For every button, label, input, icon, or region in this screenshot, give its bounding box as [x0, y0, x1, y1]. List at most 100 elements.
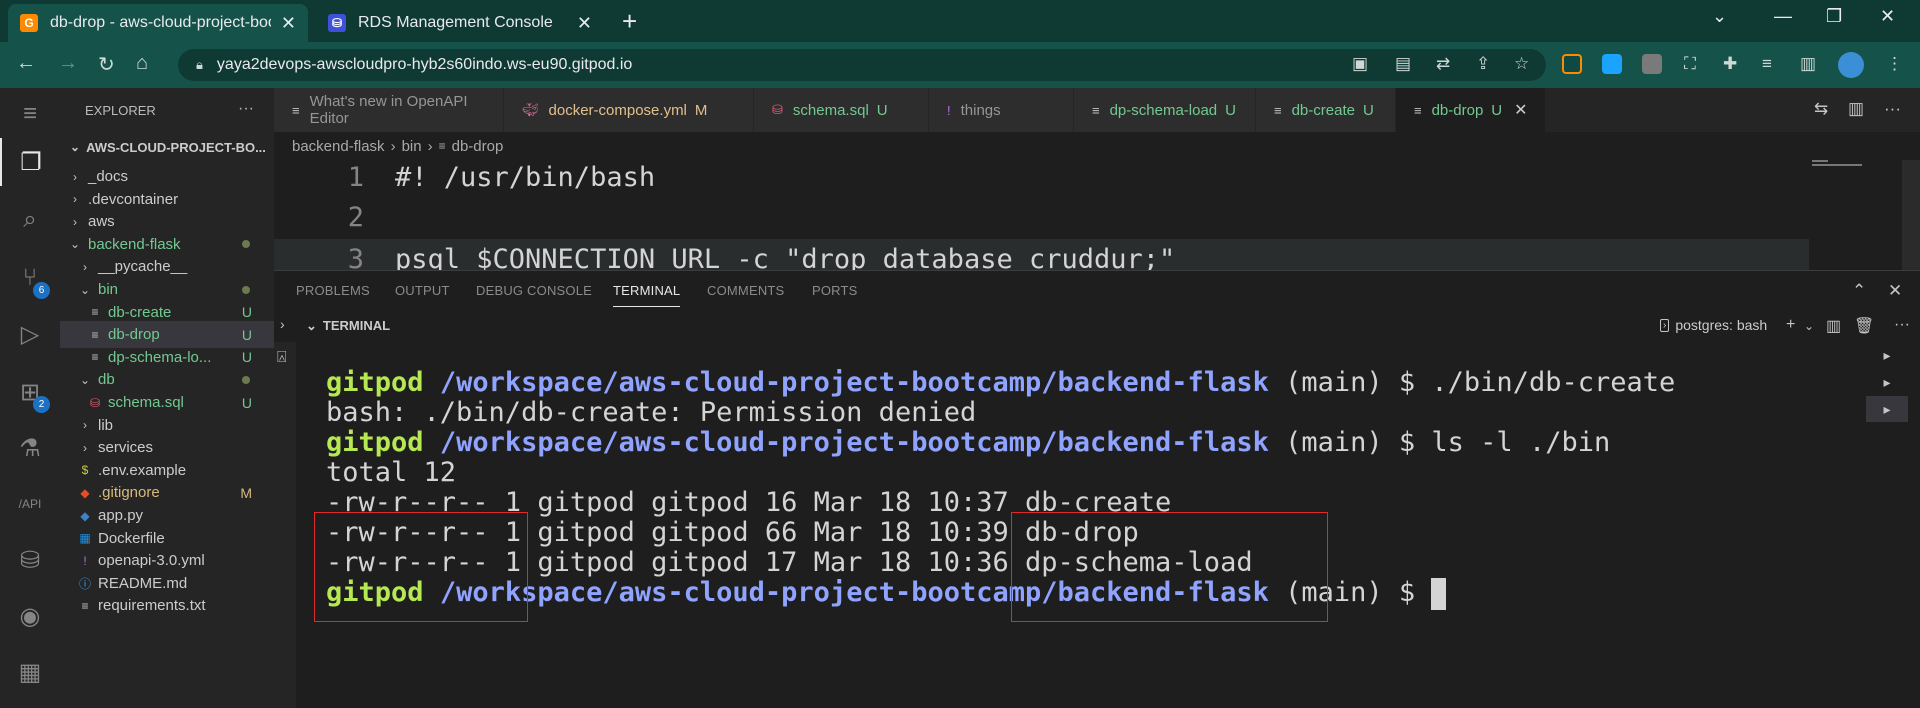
editor-tab-bar: ≡ What's new in OpenAPI Editor 🐳︎ docker-co…: [274, 88, 1920, 132]
split-editor-icon[interactable]: ▥: [1848, 99, 1864, 119]
menu-kebab-icon[interactable]: ⋮: [1886, 54, 1903, 74]
bookmark-star-icon[interactable]: ☆: [1514, 54, 1529, 74]
code-editor[interactable]: 1 #! /usr/bin/bash 2 3 psql $CONNECTION_…: [274, 160, 1920, 270]
workspace-root[interactable]: ⌄ AWS-CLOUD-PROJECT-BO...: [60, 132, 274, 162]
more-actions-icon[interactable]: ···: [1894, 316, 1910, 334]
docker-icon[interactable]: ▦: [0, 648, 60, 696]
tree-item-label: bin: [98, 281, 119, 298]
maximize-panel-icon[interactable]: ⌃: [1852, 281, 1866, 301]
tree-item-label: db: [98, 371, 115, 389]
minimap[interactable]: [1810, 160, 1890, 270]
terminal-selector[interactable]: › postgres: bash: [1660, 317, 1767, 333]
database-icon[interactable]: ⛁: [0, 536, 60, 584]
chevron-right-icon[interactable]: ›: [280, 316, 285, 332]
browser-tab-title: db-drop - aws-cloud-project-boo: [50, 14, 271, 31]
editor-tab[interactable]: 🐳︎ docker-compose.yml M: [504, 88, 754, 132]
editor-scrollbar[interactable]: [1902, 160, 1920, 270]
profile-avatar[interactable]: [1838, 52, 1864, 78]
puzzle-icon[interactable]: ✚: [1723, 54, 1737, 74]
modified-dot: [242, 375, 250, 384]
clipboard-icon[interactable]: ▤: [1395, 54, 1411, 74]
extension-icon[interactable]: [1602, 54, 1622, 74]
list-icon: ≡: [1092, 102, 1100, 118]
terminal-instance-icon[interactable]: ▸: [1866, 369, 1908, 395]
close-tab-icon[interactable]: ✕: [577, 13, 592, 34]
tab-output[interactable]: OUTPUT: [395, 283, 450, 298]
run-debug-icon[interactable]: ▷: [0, 310, 60, 358]
close-tab-icon[interactable]: ✕: [281, 13, 296, 34]
tab-terminal[interactable]: TERMINAL: [613, 283, 681, 307]
highlight-permissions-box: [314, 512, 528, 622]
extension-icon[interactable]: [1642, 54, 1662, 74]
close-tab-icon[interactable]: ✕: [1514, 100, 1527, 120]
reload-icon[interactable]: ↻: [98, 52, 115, 77]
media-icon[interactable]: ≡: [1762, 54, 1772, 74]
info-icon: ⓘ: [78, 576, 91, 591]
minimize-icon[interactable]: —: [1774, 6, 1792, 27]
terminal-instance-icon[interactable]: ▸: [1866, 396, 1908, 422]
more-actions-icon[interactable]: ···: [1884, 99, 1901, 119]
browser-tab-rds[interactable]: ⛁ RDS Management Console ✕: [316, 4, 604, 42]
share-icon[interactable]: ⇪: [1476, 54, 1490, 74]
compare-icon[interactable]: ⇆: [1814, 99, 1828, 119]
new-terminal-icon[interactable]: +: [1786, 316, 1795, 334]
extension-icon[interactable]: [1562, 54, 1582, 74]
extensions-badge: 2: [33, 396, 50, 413]
close-panel-icon[interactable]: ✕: [1888, 281, 1902, 301]
trash-icon[interactable]: 🗑︎: [1854, 316, 1874, 336]
tab-debug-console[interactable]: DEBUG CONSOLE: [476, 283, 592, 298]
breadcrumb-item[interactable]: db-drop: [452, 138, 504, 155]
breadcrumb-item[interactable]: bin: [402, 138, 422, 155]
terminal-instance-icon[interactable]: ▸: [1866, 342, 1908, 368]
tab-comments[interactable]: COMMENTS: [707, 283, 784, 298]
breadcrumb: backend-flask › bin › ≡ db-drop: [274, 132, 503, 160]
hamburger-menu-icon[interactable]: ≡: [0, 90, 60, 138]
browser-tab-db-drop[interactable]: G db-drop - aws-cloud-project-boo ✕: [8, 4, 308, 42]
chevron-right-icon: ›: [427, 137, 433, 155]
editor-tab[interactable]: ≡ dp-schema-load U: [1074, 88, 1256, 132]
restore-icon[interactable]: ❐: [1826, 6, 1842, 27]
translate-icon[interactable]: ⇄: [1436, 54, 1450, 74]
close-window-icon[interactable]: ✕: [1880, 6, 1895, 27]
testing-icon[interactable]: ⚗: [0, 424, 60, 472]
command-text: ls -l ./bin: [1415, 427, 1611, 458]
more-actions-icon[interactable]: ···: [238, 100, 254, 118]
tab-search-icon[interactable]: ⌄: [1712, 6, 1727, 27]
source-control-icon[interactable]: ⑂ 6: [0, 254, 60, 302]
line-number: 3: [347, 243, 364, 271]
search-icon[interactable]: ⌕: [0, 196, 60, 244]
new-tab-icon[interactable]: +: [622, 8, 637, 34]
github-icon[interactable]: ◉: [0, 592, 60, 640]
home-icon[interactable]: ⌂: [136, 52, 148, 75]
tab-problems[interactable]: PROBLEMS: [296, 283, 370, 298]
list-icon: ≡: [81, 598, 89, 613]
tree-item-label: lib: [98, 416, 114, 434]
file-item[interactable]: ≡ requirements.txt: [60, 592, 274, 619]
editor-tab-label: docker-compose.yml: [548, 101, 687, 119]
terminal-output[interactable]: ⍓ gitpod /workspace/aws-cloud-project-bo…: [274, 342, 1860, 708]
editor-tab[interactable]: ! things: [929, 88, 1074, 132]
editor-tab[interactable]: ⛁ schema.sql U: [754, 88, 929, 132]
editor-tab[interactable]: ≡ db-drop U ✕: [1396, 88, 1546, 132]
sidepanel-icon[interactable]: ▥: [1800, 54, 1816, 74]
panel-tab-bar: PROBLEMS OUTPUT DEBUG CONSOLE TERMINAL C…: [274, 270, 1920, 310]
back-icon[interactable]: ←: [16, 52, 36, 75]
split-terminal-icon[interactable]: ▥: [1826, 316, 1841, 336]
chevron-right-icon: ›: [390, 137, 396, 155]
editor-tab[interactable]: ≡ db-create U: [1256, 88, 1396, 132]
openapi-icon[interactable]: /API: [0, 480, 60, 528]
breadcrumb-item[interactable]: backend-flask: [292, 138, 385, 155]
list-icon: ≡: [292, 102, 300, 118]
gitpod-icon: G: [20, 14, 38, 32]
explorer-icon[interactable]: ❐: [0, 138, 60, 186]
extensions-icon[interactable]: ⊞ 2: [0, 368, 60, 416]
chevron-down-icon[interactable]: ⌄: [1804, 319, 1814, 333]
address-bar[interactable]: 🔒︎ yaya2devops-awscloudpro-hyb2s60indo.w…: [178, 49, 1546, 81]
forward-icon[interactable]: →: [58, 52, 78, 75]
editor-tab-label: dp-schema-load: [1109, 101, 1218, 119]
blocked-popup-icon[interactable]: ▣: [1352, 54, 1368, 74]
tab-ports[interactable]: PORTS: [812, 283, 858, 298]
terminal-section: ⌄ TERMINAL: [306, 318, 390, 334]
screenshot-icon[interactable]: ⛶: [1684, 54, 1696, 74]
editor-tab[interactable]: ≡ What's new in OpenAPI Editor: [274, 88, 504, 132]
